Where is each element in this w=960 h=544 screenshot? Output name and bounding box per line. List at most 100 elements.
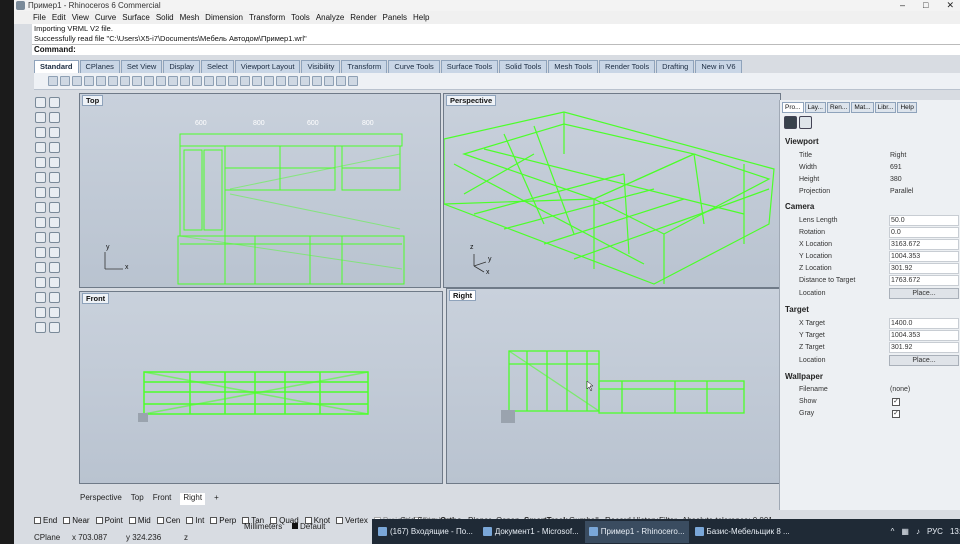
array-icon[interactable] bbox=[49, 292, 60, 303]
osnap-mid[interactable]: Mid bbox=[128, 516, 151, 525]
section-viewport[interactable]: Viewport bbox=[785, 137, 819, 146]
show-checkbox[interactable]: ✓ bbox=[892, 398, 900, 406]
mirror-icon[interactable] bbox=[35, 292, 46, 303]
viewport-icon[interactable] bbox=[799, 116, 812, 129]
menu-solid[interactable]: Solid bbox=[153, 13, 177, 22]
tab-visibility[interactable]: Visibility bbox=[301, 60, 341, 73]
keyboard-language[interactable]: РУС bbox=[927, 527, 943, 536]
boolean-icon[interactable] bbox=[49, 202, 60, 213]
vptab-front[interactable]: Front bbox=[153, 493, 172, 505]
rotation-input[interactable]: 0.0 bbox=[889, 227, 959, 238]
curve-icon[interactable] bbox=[49, 112, 60, 123]
section-target[interactable]: Target bbox=[785, 305, 809, 314]
maximize-button[interactable]: □ bbox=[923, 0, 928, 11]
vptab-add-icon[interactable]: + bbox=[214, 493, 219, 505]
viewport-props-icon[interactable] bbox=[228, 76, 238, 86]
lock-icon[interactable] bbox=[252, 76, 262, 86]
z-location-input[interactable]: 301.92 bbox=[889, 263, 959, 274]
mesh-icon[interactable] bbox=[35, 217, 46, 228]
panel-tab-properties[interactable]: Pro... bbox=[782, 102, 804, 113]
polyline-icon[interactable] bbox=[35, 112, 46, 123]
tab-surface-tools[interactable]: Surface Tools bbox=[440, 60, 499, 73]
viewport-top[interactable]: Top 600 800 600 800 y x bbox=[79, 93, 441, 288]
tab-mesh-tools[interactable]: Mesh Tools bbox=[548, 60, 599, 73]
cylinder-icon[interactable] bbox=[35, 202, 46, 213]
camera-icon[interactable] bbox=[784, 116, 797, 129]
menu-edit[interactable]: Edit bbox=[49, 13, 69, 22]
distance-input[interactable]: 1763.672 bbox=[889, 275, 959, 286]
target-place-button[interactable]: Place... bbox=[889, 355, 959, 366]
properties-icon[interactable] bbox=[288, 76, 298, 86]
rotate-view-icon[interactable] bbox=[168, 76, 178, 86]
prop-value[interactable]: 691 bbox=[889, 162, 959, 174]
analyze-icon[interactable] bbox=[35, 322, 46, 333]
section-camera[interactable]: Camera bbox=[785, 202, 814, 211]
tab-solid-tools[interactable]: Solid Tools bbox=[499, 60, 548, 73]
units-label[interactable]: Millimeters bbox=[244, 522, 282, 531]
menu-analyze[interactable]: Analyze bbox=[313, 13, 347, 22]
menu-file[interactable]: File bbox=[30, 13, 49, 22]
viewport-perspective[interactable]: Perspective z y x bbox=[443, 93, 781, 288]
menu-help[interactable]: Help bbox=[410, 13, 432, 22]
x-target-input[interactable]: 1400.0 bbox=[889, 318, 959, 329]
gray-checkbox[interactable]: ✓ bbox=[892, 410, 900, 418]
task-rhino[interactable]: Пример1 - Rhinocero... bbox=[584, 520, 689, 543]
osnap-perp[interactable]: Perp bbox=[210, 516, 236, 525]
osnap-int[interactable]: Int bbox=[186, 516, 204, 525]
pan-icon[interactable] bbox=[156, 76, 166, 86]
tab-drafting[interactable]: Drafting bbox=[656, 60, 695, 73]
tab-display[interactable]: Display bbox=[163, 60, 200, 73]
sphere-icon[interactable] bbox=[49, 187, 60, 198]
fillet-icon[interactable] bbox=[35, 157, 46, 168]
tab-transform[interactable]: Transform bbox=[341, 60, 388, 73]
cplane-label[interactable]: CPlane bbox=[34, 533, 60, 542]
import-icon[interactable] bbox=[96, 76, 106, 86]
filename-value[interactable]: (none) bbox=[889, 384, 959, 396]
tab-render-tools[interactable]: Render Tools bbox=[599, 60, 656, 73]
menu-tools[interactable]: Tools bbox=[288, 13, 313, 22]
menu-curve[interactable]: Curve bbox=[92, 13, 119, 22]
viewport-right[interactable]: Right bbox=[446, 288, 786, 484]
join-icon[interactable] bbox=[35, 247, 46, 258]
move-icon[interactable] bbox=[35, 262, 46, 273]
four-viewports-icon[interactable] bbox=[240, 76, 250, 86]
explode-icon[interactable] bbox=[49, 247, 60, 258]
trim-icon[interactable] bbox=[35, 232, 46, 243]
new-file-icon[interactable] bbox=[48, 76, 58, 86]
layer-icon[interactable] bbox=[264, 76, 274, 86]
offset-icon[interactable] bbox=[49, 157, 60, 168]
tray-expand-icon[interactable]: ^ bbox=[891, 527, 895, 536]
paste-icon[interactable] bbox=[132, 76, 142, 86]
circle-icon[interactable] bbox=[35, 127, 46, 138]
osnap-end[interactable]: End bbox=[34, 516, 57, 525]
rectangle-icon[interactable] bbox=[35, 142, 46, 153]
panel-tab-materials[interactable]: Mat... bbox=[851, 102, 874, 113]
copy-object-icon[interactable] bbox=[49, 262, 60, 273]
network-icon[interactable]: ▦ bbox=[901, 527, 909, 536]
panel-tab-libraries[interactable]: Libr... bbox=[874, 102, 897, 113]
osnap-point[interactable]: Point bbox=[95, 516, 123, 525]
tab-cplanes[interactable]: CPlanes bbox=[79, 60, 120, 73]
help-icon[interactable] bbox=[348, 76, 358, 86]
viewport-front[interactable]: Front bbox=[79, 291, 443, 484]
check-icon[interactable] bbox=[49, 322, 60, 333]
osnap-cen[interactable]: Cen bbox=[156, 516, 180, 525]
tab-standard[interactable]: Standard bbox=[34, 60, 79, 73]
tab-set-view[interactable]: Set View bbox=[120, 60, 163, 73]
volume-icon[interactable]: ♪ bbox=[916, 527, 920, 536]
box-icon[interactable] bbox=[35, 187, 46, 198]
minimize-button[interactable]: – bbox=[900, 0, 905, 11]
undo-icon[interactable] bbox=[144, 76, 154, 86]
menu-view[interactable]: View bbox=[69, 13, 92, 22]
vptab-perspective[interactable]: Perspective bbox=[80, 493, 122, 505]
task-mail[interactable]: (167) Входящие - По... bbox=[374, 521, 477, 543]
menu-mesh[interactable]: Mesh bbox=[177, 13, 203, 22]
light-icon[interactable] bbox=[49, 217, 60, 228]
options-icon[interactable] bbox=[336, 76, 346, 86]
task-word[interactable]: Документ1 - Microsof... bbox=[479, 521, 583, 543]
menu-transform[interactable]: Transform bbox=[246, 13, 288, 22]
zoom-dynamic-icon[interactable] bbox=[180, 76, 190, 86]
menu-surface[interactable]: Surface bbox=[119, 13, 153, 22]
command-line[interactable]: Command: bbox=[32, 44, 960, 55]
prop-value[interactable]: Parallel bbox=[889, 186, 959, 198]
